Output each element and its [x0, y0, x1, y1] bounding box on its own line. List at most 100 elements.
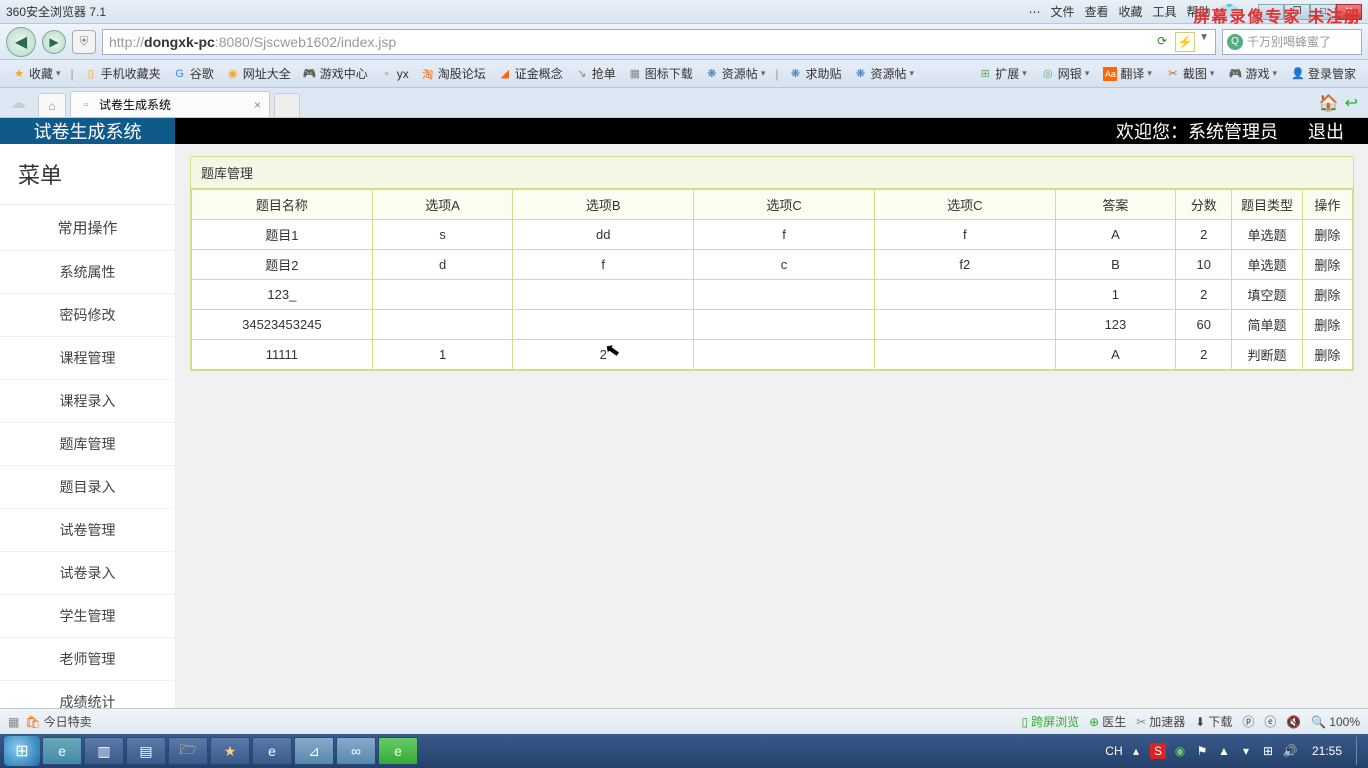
menu-fav[interactable]: 收藏	[1119, 3, 1143, 20]
task-app4[interactable]: e	[252, 737, 292, 765]
task-explorer[interactable]: 🗁	[168, 737, 208, 765]
bookmark-yx[interactable]: ▫yx	[376, 65, 413, 83]
table-cell: 单选题	[1232, 220, 1302, 250]
forward-button[interactable]: ▶	[42, 30, 66, 54]
sidebar-item-exam-manage[interactable]: 试卷管理	[0, 508, 175, 551]
bookmark-qiangdan[interactable]: ↘抢单	[571, 63, 620, 84]
bookmark-sites[interactable]: ◉网址大全	[222, 63, 295, 84]
cloud-icon[interactable]: ☁	[10, 93, 30, 113]
bookmark-taogu[interactable]: 淘淘股论坛	[417, 63, 490, 84]
home-tab[interactable]: ⌂	[38, 93, 66, 117]
menu-help[interactable]: 帮助	[1187, 3, 1211, 20]
overflow-icon[interactable]: ⋯	[1028, 5, 1040, 19]
bookmark-collect[interactable]: ★收藏▾	[8, 63, 65, 84]
tray-sogou-icon[interactable]: S	[1150, 743, 1166, 759]
close-button[interactable]: ✕	[1336, 4, 1362, 20]
restore-button[interactable]: ❐	[1284, 4, 1310, 20]
table-cell: 2	[513, 340, 694, 370]
tray-vol-icon[interactable]: 🔊	[1282, 743, 1298, 759]
bookmark-icons[interactable]: ▦图标下载	[624, 63, 697, 84]
accelerator[interactable]: ✂加速器	[1136, 713, 1185, 730]
task-ie[interactable]: e	[42, 737, 82, 765]
tray-up-icon[interactable]: ▴	[1128, 743, 1144, 759]
menu-view[interactable]: 查看	[1085, 3, 1109, 20]
menu-file[interactable]: 文件	[1050, 3, 1074, 20]
bookmark-help[interactable]: ❋求助贴	[784, 63, 845, 84]
start-button[interactable]: ⊞	[4, 736, 40, 766]
taskbar-clock[interactable]: 21:55	[1304, 744, 1350, 758]
screenshot-button[interactable]: ✂截图▾	[1162, 63, 1219, 84]
tray-icon-1[interactable]: ⚑	[1194, 743, 1210, 759]
sidebar-item-question-entry[interactable]: 题目录入	[0, 465, 175, 508]
speed-mode-icon[interactable]: ⚡	[1175, 32, 1195, 52]
new-tab-button[interactable]	[274, 93, 300, 117]
cross-screen[interactable]: ▯跨屏浏览	[1022, 713, 1080, 730]
refresh-icon[interactable]: ⟳	[1153, 32, 1171, 50]
sidebar-item-course-manage[interactable]: 课程管理	[0, 336, 175, 379]
show-desktop[interactable]	[1356, 737, 1364, 765]
delete-link[interactable]: 删除	[1302, 340, 1352, 370]
ext-button[interactable]: ⊞扩展▾	[974, 63, 1031, 84]
bookmark-res1[interactable]: ❋资源帖▾	[701, 63, 770, 84]
task-app3[interactable]: ★	[210, 737, 250, 765]
games-button[interactable]: 🎮游戏▾	[1224, 63, 1281, 84]
delete-link[interactable]: 删除	[1302, 250, 1352, 280]
delete-link[interactable]: 删除	[1302, 280, 1352, 310]
sidebar-item-question-manage[interactable]: 题库管理	[0, 422, 175, 465]
translate-button[interactable]: Aa翻译▾	[1099, 63, 1156, 84]
shield-icon[interactable]: ⛨	[72, 30, 96, 54]
active-tab[interactable]: ▫ 试卷生成系统 ×	[70, 91, 270, 117]
skin-icon[interactable]: 👕	[1221, 3, 1238, 20]
logout-link[interactable]: 退出	[1308, 118, 1344, 144]
sidebar-item-student-manage[interactable]: 学生管理	[0, 594, 175, 637]
bank-button[interactable]: ◎网银▾	[1037, 63, 1094, 84]
delete-link[interactable]: 删除	[1302, 220, 1352, 250]
tab-home-icon[interactable]: 🏠	[1319, 93, 1339, 113]
delete-link[interactable]: 删除	[1302, 310, 1352, 340]
tab-undo-icon[interactable]: ↩	[1345, 93, 1358, 113]
tray-icon-3[interactable]: ▾	[1238, 743, 1254, 759]
task-app1[interactable]: ▥	[84, 737, 124, 765]
doctor[interactable]: ⊕医生	[1089, 713, 1126, 730]
sidebar-item-exam-entry[interactable]: 试卷录入	[0, 551, 175, 594]
search-bar[interactable]: Q 千万别喝蜂蜜了	[1222, 29, 1362, 55]
bookmark-mobile[interactable]: ▯手机收藏夹	[80, 63, 165, 84]
menu-tools[interactable]: 工具	[1153, 3, 1177, 20]
download[interactable]: ⬇下载	[1195, 713, 1232, 730]
mute-icon[interactable]: 🔇	[1286, 715, 1301, 729]
login-mgr-button[interactable]: 👤登录管家	[1287, 63, 1360, 84]
table-cell	[372, 280, 513, 310]
bookmark-games[interactable]: 🎮游戏中心	[299, 63, 372, 84]
table-cell: 2	[1176, 220, 1232, 250]
url-dropdown-icon[interactable]: ▼	[1199, 32, 1209, 52]
bookmark-res2[interactable]: ❋资源帖▾	[849, 63, 918, 84]
tray-icon-2[interactable]: ▲	[1216, 743, 1232, 759]
sidebar-item-sysattr[interactable]: 系统属性	[0, 250, 175, 293]
bookmark-zhengjin[interactable]: ◢证金概念	[494, 63, 567, 84]
minimize-button[interactable]: —	[1258, 4, 1284, 20]
table-cell: 123	[1055, 310, 1176, 340]
sidebar-item-teacher-manage[interactable]: 老师管理	[0, 637, 175, 680]
tray-lang[interactable]: CH	[1106, 743, 1122, 759]
today-sale[interactable]: 🛍今日特卖	[25, 713, 91, 730]
browser-titlebar: 360安全浏览器 7.1 ⋯ 文件 查看 收藏 工具 帮助 👕 — ❐ □ ✕	[0, 0, 1368, 24]
maximize-button[interactable]: □	[1310, 4, 1336, 20]
table-cell: dd	[513, 220, 694, 250]
tray-360-icon[interactable]: ◉	[1172, 743, 1188, 759]
url-bar[interactable]: http://dongxk-pc:8080/Sjscweb1602/index.…	[102, 29, 1216, 55]
back-button[interactable]: ◀	[6, 27, 36, 57]
tab-close-icon[interactable]: ×	[254, 98, 261, 112]
sidebar-item-password[interactable]: 密码修改	[0, 293, 175, 336]
bookmark-google[interactable]: G谷歌	[169, 63, 218, 84]
search-engine-icon[interactable]: Q	[1227, 34, 1243, 50]
sidebar-item-course-entry[interactable]: 课程录入	[0, 379, 175, 422]
tray-net-icon[interactable]: ⊞	[1260, 743, 1276, 759]
task-360[interactable]: e	[378, 737, 418, 765]
status-grid-icon[interactable]: ▦	[8, 715, 19, 729]
zoom[interactable]: 🔍100%	[1311, 715, 1360, 729]
status-e-icon[interactable]: ⓔ	[1264, 713, 1276, 730]
status-p-icon[interactable]: ⓟ	[1242, 713, 1254, 730]
task-app6[interactable]: ∞	[336, 737, 376, 765]
task-app5[interactable]: ⊿	[294, 737, 334, 765]
task-app2[interactable]: ▤	[126, 737, 166, 765]
